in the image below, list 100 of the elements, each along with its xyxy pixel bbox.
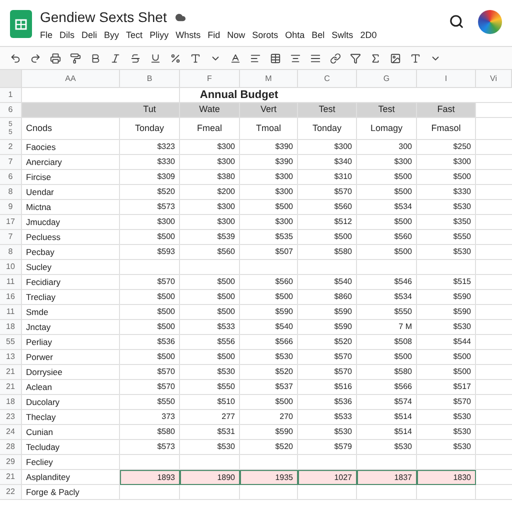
table-cell: $330 xyxy=(120,155,180,170)
align-justify-icon[interactable] xyxy=(310,52,321,64)
strikethrough-icon[interactable] xyxy=(130,52,141,64)
text-size-icon[interactable] xyxy=(410,52,421,64)
row-number[interactable]: 21 xyxy=(0,470,22,485)
table-cell: $500 xyxy=(120,230,180,245)
menu-item[interactable]: Tect xyxy=(126,29,143,41)
table-icon[interactable] xyxy=(270,52,281,64)
sum-icon[interactable] xyxy=(370,52,381,64)
column-header[interactable]: B xyxy=(120,70,180,88)
column-header[interactable]: I xyxy=(417,70,476,88)
row-number[interactable]: 24 xyxy=(0,425,22,440)
redo-icon[interactable] xyxy=(30,52,41,64)
link-icon[interactable] xyxy=(330,52,341,64)
row-number[interactable]: 17 xyxy=(0,215,22,230)
row-number[interactable]: 21 xyxy=(0,380,22,395)
paint-roller-icon[interactable] xyxy=(70,52,81,64)
table-cell: $310 xyxy=(298,170,357,185)
undo-icon[interactable] xyxy=(10,52,21,64)
table-cell: Dorrysiee xyxy=(22,365,120,380)
row-number[interactable]: 13 xyxy=(0,350,22,365)
column-header[interactable]: C xyxy=(298,70,357,88)
menu-item[interactable]: Sorots xyxy=(252,29,278,41)
menu-item[interactable]: Dils xyxy=(60,29,75,41)
menu-item[interactable]: Whsts xyxy=(176,29,201,41)
italic-icon[interactable] xyxy=(110,52,121,64)
table-cell: Trecliay xyxy=(22,290,120,305)
font-icon[interactable] xyxy=(190,52,201,64)
menu-item[interactable]: Fid xyxy=(208,29,220,41)
row-number[interactable]: 2 xyxy=(0,140,22,155)
table-cell: 270 xyxy=(240,410,298,425)
row-number[interactable]: 10 xyxy=(0,260,22,275)
row-number[interactable]: 18 xyxy=(0,320,22,335)
table-cell: 373 xyxy=(120,410,180,425)
row-number[interactable]: 16 xyxy=(0,290,22,305)
align-left-icon[interactable] xyxy=(250,52,261,64)
menu-item[interactable]: Now xyxy=(227,29,246,41)
column-header[interactable]: G xyxy=(357,70,417,88)
corner-cell[interactable] xyxy=(0,70,22,88)
filter-icon[interactable] xyxy=(350,52,361,64)
table-cell: $570 xyxy=(120,380,180,395)
table-cell: $323 xyxy=(120,140,180,155)
table-cell: $250 xyxy=(417,140,476,155)
menu-item[interactable]: Byy xyxy=(104,29,120,41)
menu-item[interactable]: Fle xyxy=(40,29,53,41)
account-avatar[interactable] xyxy=(478,10,502,34)
table-cell: $590 xyxy=(240,425,298,440)
table-cell: $516 xyxy=(298,380,357,395)
menu-item[interactable]: Swlts xyxy=(332,29,354,41)
row-number[interactable]: 11 xyxy=(0,305,22,320)
row-number[interactable]: 29 xyxy=(0,455,22,470)
table-cell: $550 xyxy=(120,395,180,410)
table-cell: $537 xyxy=(240,380,298,395)
empty-cell xyxy=(240,485,298,500)
row-number[interactable]: 1 xyxy=(0,88,22,103)
percent-icon[interactable] xyxy=(170,52,181,64)
text-color-icon[interactable] xyxy=(230,52,241,64)
menu-item[interactable]: 2D0 xyxy=(360,29,377,41)
row-number[interactable]: 8 xyxy=(0,245,22,260)
row-number[interactable]: 23 xyxy=(0,410,22,425)
spreadsheet-logo-icon[interactable] xyxy=(10,10,32,38)
bold-icon[interactable] xyxy=(90,52,101,64)
image-icon[interactable] xyxy=(390,52,401,64)
table-cell: 277 xyxy=(180,410,240,425)
align-center-icon[interactable] xyxy=(290,52,301,64)
table-cell: $309 xyxy=(120,170,180,185)
document-title[interactable]: Gendiew Sexts Shet xyxy=(40,8,167,26)
total-cell: 1027 xyxy=(298,470,357,485)
table-cell: Smde xyxy=(22,305,120,320)
row-number[interactable]: 7 xyxy=(0,155,22,170)
menu-item[interactable]: Deli xyxy=(82,29,98,41)
row-number[interactable]: 7 xyxy=(0,230,22,245)
row-number[interactable]: 6 xyxy=(0,103,22,118)
column-header[interactable]: AA xyxy=(22,70,120,88)
cloud-icon[interactable] xyxy=(174,12,186,22)
table-cell: $540 xyxy=(298,275,357,290)
underline-icon[interactable] xyxy=(150,52,161,64)
row-number[interactable]: 11 xyxy=(0,275,22,290)
table-cell: $512 xyxy=(298,215,357,230)
row-number[interactable]: 28 xyxy=(0,440,22,455)
row-number[interactable]: 9 xyxy=(0,200,22,215)
row-number[interactable]: 18 xyxy=(0,395,22,410)
row-number[interactable]: 8 xyxy=(0,185,22,200)
table-cell: Jnctay xyxy=(22,320,120,335)
table-cell: $579 xyxy=(298,440,357,455)
row-number[interactable]: 21 xyxy=(0,365,22,380)
table-cell: $530 xyxy=(180,365,240,380)
menu-item[interactable]: Bel xyxy=(312,29,325,41)
search-icon[interactable] xyxy=(449,14,464,29)
print-icon[interactable] xyxy=(50,52,61,64)
empty-cell xyxy=(298,260,357,275)
row-number[interactable]: 6 xyxy=(0,170,22,185)
row-number[interactable]: 55 xyxy=(0,335,22,350)
menu-item[interactable]: Ohta xyxy=(285,29,305,41)
menu-item[interactable]: Pliyy xyxy=(150,29,169,41)
row-number[interactable]: 22 xyxy=(0,485,22,500)
table-cell: Tecluday xyxy=(22,440,120,455)
table-cell: $500 xyxy=(180,275,240,290)
column-header[interactable]: Vi xyxy=(476,70,512,88)
table-cell: Test xyxy=(357,103,417,118)
